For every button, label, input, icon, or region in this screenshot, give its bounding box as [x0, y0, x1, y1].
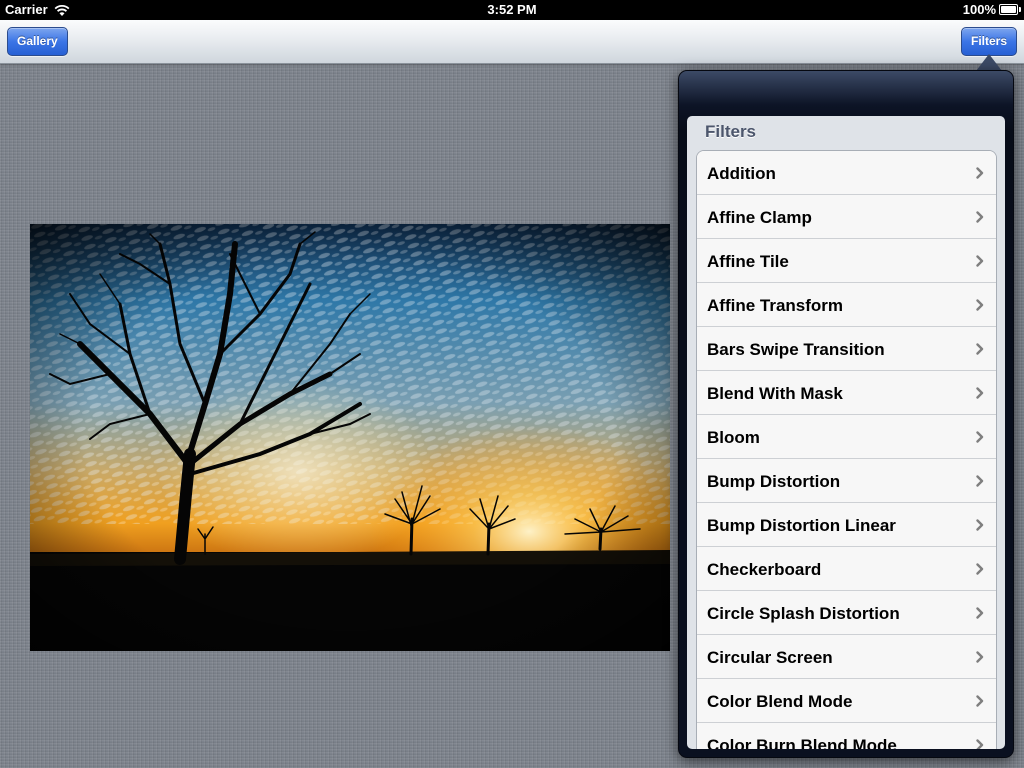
list-item[interactable]: Color Blend Mode [697, 679, 996, 723]
battery-percentage: 100% [962, 2, 996, 17]
list-item-label: Color Burn Blend Mode [707, 736, 897, 749]
list-item[interactable]: Bump Distortion [697, 459, 996, 503]
list-item[interactable]: Bump Distortion Linear [697, 503, 996, 547]
list-item-label: Blend With Mask [707, 384, 843, 403]
popover-arrow [976, 54, 1002, 71]
chevron-right-icon [976, 387, 984, 399]
chevron-right-icon [976, 607, 984, 619]
list-item[interactable]: Bloom [697, 415, 996, 459]
chevron-right-icon [976, 739, 984, 749]
filter-list[interactable]: Addition Affine Clamp Affine Tile Affine Tr… [696, 150, 997, 749]
list-item-label: Affine Transform [707, 296, 844, 315]
list-item[interactable]: Bars Swipe Transition [697, 327, 996, 371]
list-item[interactable]: Affine Tile [697, 239, 996, 283]
section-header: Filters [705, 122, 757, 141]
chevron-right-icon [976, 343, 984, 355]
gallery-button[interactable]: Gallery [7, 27, 68, 56]
chevron-right-icon [976, 211, 984, 223]
list-item-label: Checkerboard [707, 560, 822, 579]
list-item-label: Bloom [707, 428, 760, 447]
preview-image [30, 224, 670, 651]
list-item-label: Bars Swipe Transition [707, 340, 885, 359]
list-item[interactable]: Affine Transform [697, 283, 996, 327]
chevron-right-icon [976, 255, 984, 267]
list-item[interactable]: Blend With Mask [697, 371, 996, 415]
list-item[interactable]: Circle Splash Distortion [697, 591, 996, 635]
list-item[interactable]: Addition [697, 151, 996, 195]
battery-icon [999, 4, 1021, 15]
navigation-bar: Gallery Filters [0, 20, 1024, 64]
list-item[interactable]: Checkerboard [697, 547, 996, 591]
list-item[interactable]: Circular Screen [697, 635, 996, 679]
chevron-right-icon [976, 299, 984, 311]
filters-popover: Filters Addition Affine Clamp Affine Tile A… [678, 70, 1014, 758]
chevron-right-icon [976, 167, 984, 179]
chevron-right-icon [976, 431, 984, 443]
popover-content: Filters Addition Affine Clamp Affine Tile A… [687, 116, 1005, 749]
list-item-label: Affine Tile [707, 252, 789, 271]
chevron-right-icon [976, 651, 984, 663]
chevron-right-icon [976, 519, 984, 531]
list-item[interactable]: Affine Clamp [697, 195, 996, 239]
list-item-label: Color Blend Mode [707, 692, 853, 711]
list-item-label: Affine Clamp [707, 208, 812, 227]
list-item-label: Addition [707, 164, 776, 183]
list-item-label: Bump Distortion [707, 472, 841, 491]
status-bar: Carrier 3:52 PM 100% [0, 0, 1024, 20]
chevron-right-icon [976, 563, 984, 575]
chevron-right-icon [976, 475, 984, 487]
filters-button[interactable]: Filters [960, 27, 1017, 56]
chevron-right-icon [976, 695, 984, 707]
list-item-label: Circle Splash Distortion [707, 604, 900, 623]
list-item-label: Circular Screen [707, 648, 833, 667]
clock: 3:52 PM [487, 2, 537, 17]
list-item[interactable]: Color Burn Blend Mode [697, 723, 996, 749]
list-item-label: Bump Distortion Linear [707, 516, 896, 535]
